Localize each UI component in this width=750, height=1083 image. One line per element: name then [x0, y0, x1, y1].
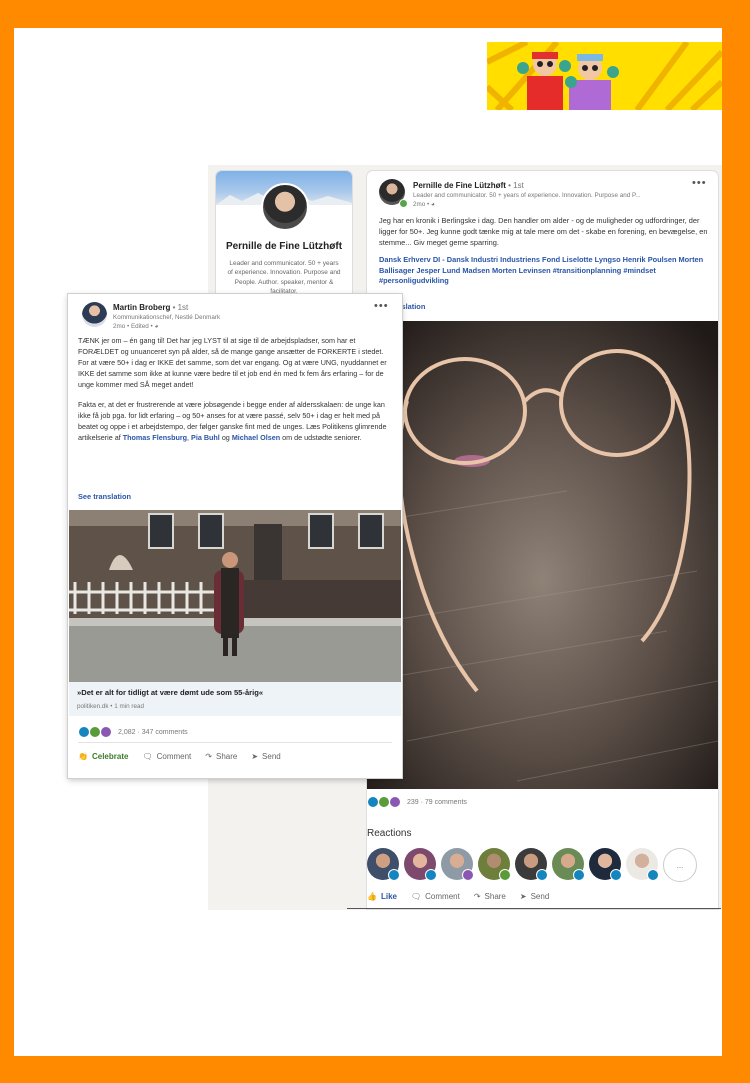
- profile-headline: Leader and communicator. 50 + years of e…: [227, 260, 341, 296]
- globe-icon: ◕: [154, 323, 159, 330]
- avatar[interactable]: [441, 848, 474, 881]
- avatar[interactable]: [261, 183, 309, 231]
- post-text: TÆNK jer om – én gang til! Det har jeg L…: [78, 336, 394, 452]
- post-time: 2mo • ◕: [413, 201, 435, 208]
- mention-link[interactable]: Thomas Flensburg: [123, 433, 187, 442]
- avatar[interactable]: [515, 848, 548, 881]
- avatar[interactable]: [367, 848, 400, 881]
- reactions-heading: Reactions: [367, 828, 412, 839]
- link-source: politiken.dk • 1 min read: [77, 703, 144, 710]
- profile-name[interactable]: Pernille de Fine Lützhøft: [216, 241, 352, 252]
- avatar[interactable]: [552, 848, 585, 881]
- love-reaction-icon: [100, 726, 112, 738]
- share-button[interactable]: ↷ Share: [205, 752, 237, 761]
- avatar[interactable]: [626, 848, 659, 881]
- send-button[interactable]: ➤ Send: [520, 892, 549, 901]
- reaction-counts[interactable]: 239 · 79 comments: [367, 796, 467, 808]
- mention-link[interactable]: Pia Buhl: [191, 433, 220, 442]
- thumbs-up-icon: 👍: [367, 892, 377, 901]
- pop-art-illustration: [487, 42, 722, 110]
- post-paragraph: Fakta er, at det er frustrerende at være…: [78, 399, 387, 442]
- glasses-photo[interactable]: [367, 321, 718, 789]
- comment-icon: 🗨: [142, 752, 153, 761]
- share-icon: ↷: [205, 752, 212, 761]
- article-photo[interactable]: [69, 510, 401, 682]
- post-paragraph: TÆNK jer om – én gang til! Det har jeg L…: [78, 336, 387, 389]
- reactor-avatars: ...: [367, 848, 697, 882]
- more-reactors-button[interactable]: ...: [663, 848, 697, 882]
- mention-link[interactable]: Michael Olsen: [232, 433, 280, 442]
- post-card-pernille: Pernille de Fine Lützhøft • 1st Leader a…: [347, 171, 721, 909]
- post-actions: 👍 Like 🗨 Comment ↷ Share ➤ Send: [367, 892, 549, 901]
- celebrate-icon: 👏: [78, 752, 88, 761]
- comment-icon: 🗨: [410, 892, 422, 901]
- online-status-icon: [399, 199, 408, 208]
- like-button[interactable]: 👍 Like: [367, 892, 397, 901]
- link-preview[interactable]: »Det er alt for tidligt at være dømt ude…: [69, 682, 401, 716]
- avatar[interactable]: [82, 302, 107, 327]
- reaction-counts[interactable]: 2,082 · 347 comments: [78, 726, 188, 738]
- divider: [78, 742, 392, 743]
- post-tags[interactable]: Dansk Erhverv DI - Dansk Industri Indust…: [379, 255, 709, 287]
- send-icon: ➤: [519, 892, 527, 901]
- love-reaction-icon: [389, 796, 401, 808]
- see-translation-link[interactable]: See translation: [78, 492, 131, 501]
- post-author[interactable]: Pernille de Fine Lützhøft • 1st: [413, 181, 524, 190]
- send-button[interactable]: ➤ Send: [251, 752, 280, 761]
- author-headline: Kommunikationschef, Nestlé Denmark: [113, 314, 221, 321]
- comment-button[interactable]: 🗨 Comment: [142, 752, 191, 761]
- share-button[interactable]: ↷ Share: [474, 892, 506, 901]
- more-options-icon[interactable]: •••: [692, 177, 707, 189]
- avatar[interactable]: [589, 848, 622, 881]
- post-author-name[interactable]: Martin Broberg: [113, 303, 170, 312]
- post-author[interactable]: Martin Broberg • 1st: [113, 303, 188, 312]
- globe-icon: ◕: [430, 201, 435, 208]
- avatar[interactable]: [478, 848, 511, 881]
- more-options-icon[interactable]: •••: [374, 300, 389, 312]
- connection-degree: • 1st: [172, 303, 189, 312]
- post-card-martin: Martin Broberg • 1st Kommunikationschef,…: [68, 294, 402, 778]
- post-actions: 👏 Celebrate 🗨 Comment ↷ Share ➤ Send: [78, 752, 281, 761]
- post-time: 2mo • Edited • ◕: [113, 323, 159, 330]
- divider: [347, 908, 721, 909]
- link-title[interactable]: »Det er alt for tidligt at være dømt ude…: [77, 688, 263, 697]
- avatar[interactable]: [404, 848, 437, 881]
- celebrate-button[interactable]: 👏 Celebrate: [78, 752, 128, 761]
- send-icon: ➤: [251, 752, 259, 761]
- post-author-name[interactable]: Pernille de Fine Lützhøft: [413, 181, 506, 190]
- author-headline: Leader and communicator. 50 + years of e…: [413, 192, 641, 199]
- post-text: Jeg har en kronik i Berlingske i dag. De…: [379, 216, 708, 247]
- share-icon: ↷: [473, 892, 481, 901]
- connection-degree: • 1st: [508, 181, 524, 190]
- comment-button[interactable]: 🗨 Comment: [411, 892, 460, 901]
